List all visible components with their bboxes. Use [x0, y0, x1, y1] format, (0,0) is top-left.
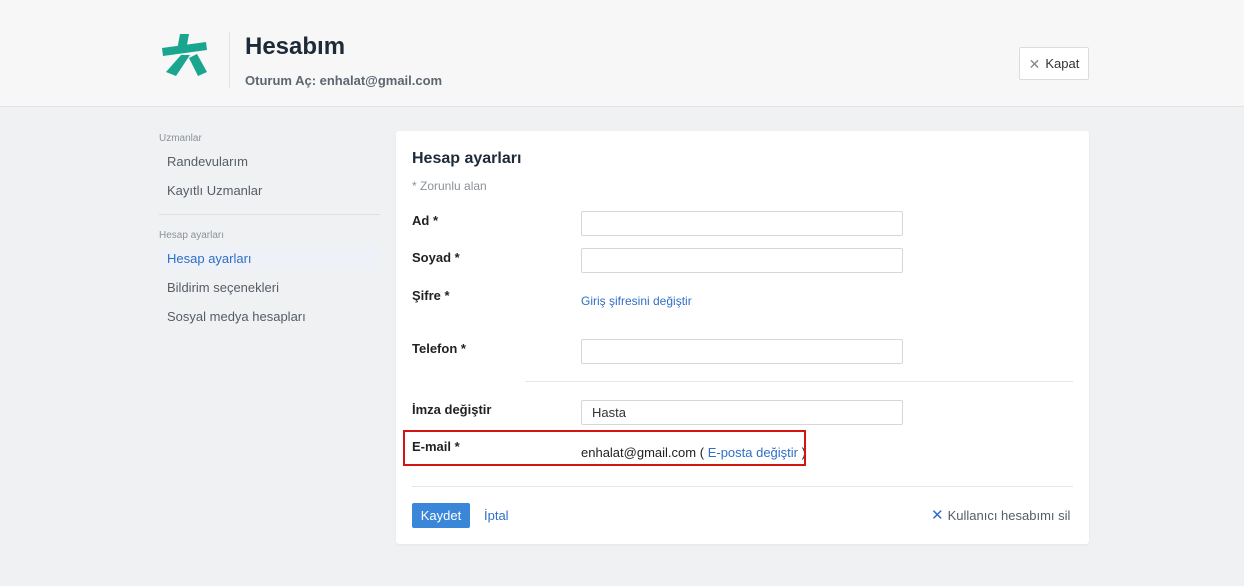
- close-icon: ✕: [1028, 55, 1041, 72]
- first-name-input[interactable]: [581, 211, 903, 236]
- change-password-link[interactable]: Giriş şifresini değiştir: [581, 294, 692, 308]
- password-label: Şifre *: [412, 288, 450, 303]
- close-button[interactable]: ✕ Kapat: [1019, 47, 1089, 80]
- sidebar-item-account-settings[interactable]: Hesap ayarları: [159, 247, 380, 270]
- last-name-input[interactable]: [581, 248, 903, 273]
- sidebar-item-appointments[interactable]: Randevularım: [159, 150, 380, 173]
- first-name-label: Ad *: [412, 213, 438, 228]
- account-settings-card: Hesap ayarları * Zorunlu alan Ad * Soyad…: [396, 131, 1089, 544]
- required-note: * Zorunlu alan: [412, 179, 487, 193]
- phone-label: Telefon *: [412, 341, 466, 356]
- email-highlight-box: [403, 430, 806, 466]
- sidebar-section-experts: Uzmanlar: [159, 133, 202, 144]
- delete-account-label: Kullanıcı hesabımı sil: [947, 508, 1071, 523]
- last-name-label: Soyad *: [412, 250, 460, 265]
- doctor-logo-icon: [162, 34, 207, 76]
- sidebar-divider: [159, 214, 380, 215]
- phone-input[interactable]: [581, 339, 903, 364]
- sidebar-section-account: Hesap ayarları: [159, 230, 225, 241]
- sidebar-item-notifications[interactable]: Bildirim seçenekleri: [159, 276, 380, 299]
- login-info: Oturum Aç: enhalat@gmail.com: [245, 73, 443, 88]
- signature-label: İmza değiştir: [412, 402, 492, 417]
- form-divider: [525, 381, 1073, 382]
- close-button-label: Kapat: [1045, 56, 1080, 71]
- save-button[interactable]: Kaydet: [412, 503, 470, 528]
- page-header: Hesabım Oturum Aç: enhalat@gmail.com ✕ K…: [0, 0, 1244, 107]
- actions-divider: [412, 486, 1073, 487]
- cancel-link[interactable]: İptal: [484, 508, 509, 523]
- header-divider: [229, 32, 230, 88]
- close-icon: ✕: [931, 507, 944, 524]
- sidebar-item-saved-experts[interactable]: Kayıtlı Uzmanlar: [159, 179, 380, 202]
- signature-input[interactable]: [581, 400, 903, 425]
- form-title: Hesap ayarları: [412, 150, 522, 167]
- delete-account-link[interactable]: ✕ Kullanıcı hesabımı sil: [931, 508, 1070, 523]
- sidebar-item-social-accounts[interactable]: Sosyal medya hesapları: [159, 305, 380, 328]
- page-title: Hesabım: [245, 33, 346, 60]
